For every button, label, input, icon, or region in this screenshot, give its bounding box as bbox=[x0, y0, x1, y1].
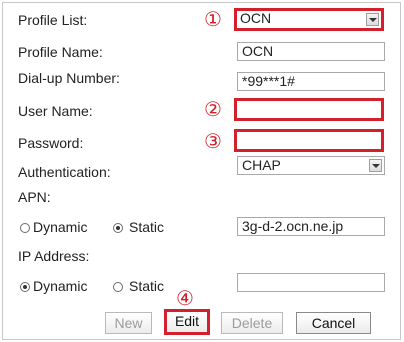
dialup-number-input[interactable]: *99***1# bbox=[237, 72, 385, 91]
apn-static-radio[interactable] bbox=[113, 223, 123, 233]
annotation-4: ④ bbox=[176, 286, 194, 310]
apn-static-label: Static bbox=[129, 219, 165, 235]
ip-static-radio[interactable] bbox=[113, 282, 123, 292]
apn-label: APN: bbox=[18, 189, 51, 205]
dialup-number-value: *99***1# bbox=[242, 73, 295, 89]
password-label: Password: bbox=[18, 135, 84, 151]
profile-list-select[interactable]: OCN bbox=[234, 8, 384, 31]
ip-address-input[interactable] bbox=[237, 273, 385, 292]
username-input[interactable] bbox=[234, 98, 384, 121]
dialup-number-label: Dial-up Number: bbox=[18, 70, 120, 86]
apn-input[interactable]: 3g-d-2.ocn.ne.jp bbox=[237, 217, 385, 236]
new-button[interactable]: New bbox=[105, 312, 152, 334]
profile-name-label: Profile Name: bbox=[18, 44, 103, 60]
chevron-down-icon[interactable] bbox=[369, 159, 382, 172]
profile-name-value: OCN bbox=[242, 43, 274, 59]
annotation-1: ① bbox=[204, 7, 222, 31]
profile-name-input[interactable]: OCN bbox=[237, 42, 385, 61]
profile-list-label: Profile List: bbox=[18, 12, 88, 28]
ip-dynamic-radio[interactable] bbox=[20, 282, 30, 292]
apn-dynamic-radio[interactable] bbox=[20, 223, 30, 233]
ip-dynamic-label: Dynamic bbox=[33, 278, 88, 294]
authentication-value: CHAP bbox=[242, 157, 281, 173]
username-label: User Name: bbox=[18, 103, 93, 119]
delete-button[interactable]: Delete bbox=[221, 312, 283, 334]
profile-list-value: OCN bbox=[240, 10, 272, 26]
cancel-button[interactable]: Cancel bbox=[296, 312, 371, 334]
ip-static-label: Static bbox=[129, 278, 165, 294]
chevron-down-icon[interactable] bbox=[366, 13, 379, 26]
authentication-select[interactable]: CHAP bbox=[237, 156, 385, 175]
annotation-2: ② bbox=[204, 97, 222, 121]
authentication-label: Authentication: bbox=[18, 164, 111, 180]
password-input[interactable] bbox=[234, 129, 384, 152]
apn-value: 3g-d-2.ocn.ne.jp bbox=[242, 218, 344, 234]
apn-dynamic-label: Dynamic bbox=[33, 219, 88, 235]
edit-button[interactable]: Edit bbox=[164, 309, 210, 335]
ip-address-label: IP Address: bbox=[18, 248, 90, 264]
annotation-3: ③ bbox=[204, 129, 222, 153]
